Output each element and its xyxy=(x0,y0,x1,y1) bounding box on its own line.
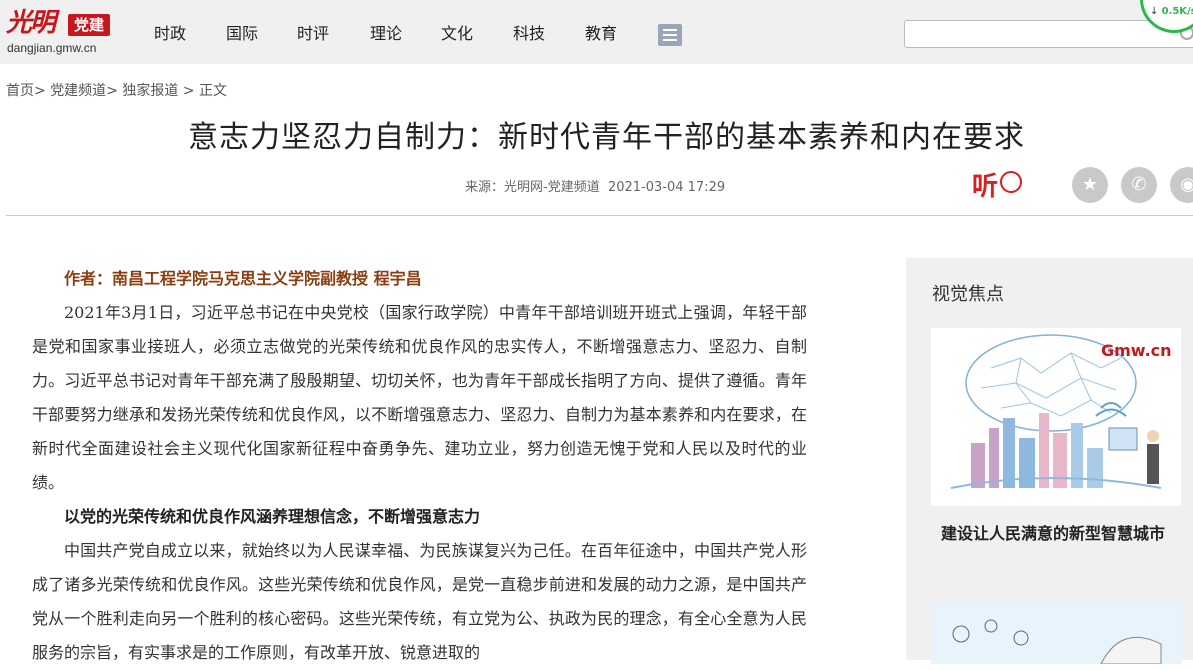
nav-item-theory[interactable]: 理论 xyxy=(370,22,402,46)
listen-button[interactable]: 听 xyxy=(972,166,998,203)
nav-item-politics[interactable]: 时政 xyxy=(154,22,186,46)
article-date: 2021-03-04 17:29 xyxy=(607,180,726,195)
header-divider xyxy=(6,215,1193,216)
speed-value: 0.5K/s xyxy=(1161,6,1193,17)
nav-item-culture[interactable]: 文化 xyxy=(441,22,473,46)
breadcrumb: 首页> 党建频道> 独家报道 > 正文 xyxy=(6,83,228,99)
nav-item-tech[interactable]: 科技 xyxy=(513,22,545,46)
second-focus-image[interactable] xyxy=(931,604,1181,664)
logo-domain: dangjian.gmw.cn xyxy=(7,41,97,55)
nav-item-international[interactable]: 国际 xyxy=(226,22,258,46)
breadcrumb-current: 正文 xyxy=(199,83,228,99)
article-body: 作者：南昌工程学院马克思主义学院副教授 程宇昌 2021年3月1日，习近平总书记… xyxy=(32,262,807,670)
menu-icon[interactable] xyxy=(658,24,682,46)
listen-audio-icon xyxy=(1000,171,1022,193)
article-paragraph: 2021年3月1日，习近平总书记在中央党校（国家行政学院）中青年干部培训班开班式… xyxy=(32,303,807,492)
breadcrumb-section[interactable]: 独家报道 xyxy=(122,83,178,99)
article-paragraph: 中国共产党自成立以来，就始终以为人民谋幸福、为民族谋复兴为己任。在百年征途中，中… xyxy=(32,541,807,662)
smart-city-illustration: Gmw.cn xyxy=(931,328,1181,506)
article-author: 作者：南昌工程学院马克思主义学院副教授 程宇昌 xyxy=(64,269,422,288)
article-title: 意志力坚忍力自制力：新时代青年干部的基本素养和内在要求 xyxy=(188,120,1025,155)
smart-city-image[interactable]: Gmw.cn xyxy=(931,328,1181,506)
nav-item-commentary[interactable]: 时评 xyxy=(297,22,329,46)
nav-item-education[interactable]: 教育 xyxy=(585,22,617,46)
logo-glyph: 光明 xyxy=(6,8,56,38)
search-input[interactable] xyxy=(911,21,1185,49)
favorite-star-icon[interactable]: ★ xyxy=(1072,167,1108,203)
gmw-watermark: Gmw.cn xyxy=(1101,341,1172,360)
wechat-share-icon[interactable]: ✆ xyxy=(1121,167,1157,203)
article-subheading: 以党的光荣传统和优良作风涵养理想信念，不断增强意志力 xyxy=(64,507,481,526)
top-nav-bar: 光明 党建 dangjian.gmw.cn 时政 国际 时评 理论 文化 科技 … xyxy=(0,0,1193,64)
sidebar-caption-link[interactable]: 建设让人民满意的新型智慧城市 xyxy=(941,520,1165,544)
sidebar-title: 视觉焦点 xyxy=(932,284,1004,305)
logo-badge: 党建 xyxy=(68,14,110,36)
article-meta: 来源：光明网-党建频道 2021-03-04 17:29 xyxy=(465,176,725,195)
second-focus-illustration xyxy=(931,604,1181,664)
weibo-share-icon[interactable]: ◉ xyxy=(1170,167,1193,203)
sidebar-visual-focus: 视觉焦点 Gmw.cn 建设让人民满意的新型智慧城市 xyxy=(906,258,1193,664)
site-logo[interactable]: 光明 党建 dangjian.gmw.cn xyxy=(6,8,116,58)
search-box xyxy=(904,20,1193,49)
breadcrumb-channel[interactable]: 党建频道 xyxy=(50,83,106,99)
article-source: 来源：光明网-党建频道 xyxy=(465,180,600,195)
network-speed-text: ↓ 0.5K/s xyxy=(1150,6,1193,17)
breadcrumb-home[interactable]: 首页 xyxy=(6,83,34,99)
